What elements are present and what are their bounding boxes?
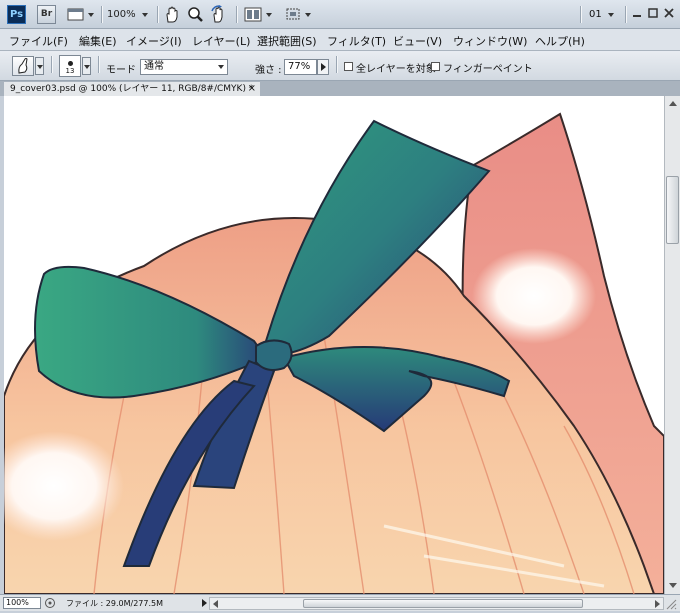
- mode-select[interactable]: 通常: [140, 59, 228, 75]
- mode-label: モード :: [106, 65, 143, 76]
- finger-painting-label: フィンガーペイント: [443, 64, 533, 75]
- close-icon[interactable]: [662, 6, 676, 20]
- finger-painting-checkbox[interactable]: [431, 62, 440, 71]
- tab-close-icon[interactable]: ×: [248, 82, 256, 96]
- menu-file[interactable]: ファイル(F): [9, 33, 68, 49]
- photoshop-logo: Ps: [7, 5, 26, 24]
- tool-preset-dropdown[interactable]: [35, 57, 44, 75]
- menu-filter[interactable]: フィルタ(T): [327, 33, 386, 49]
- resize-grip-icon[interactable]: [664, 597, 678, 610]
- sample-all-layers-label: 全レイヤーを対象: [356, 64, 436, 75]
- brush-tip-icon: [68, 61, 73, 66]
- launch-bridge-button[interactable]: Br: [37, 5, 56, 24]
- document-tab-bar: 9_cover03.psd @ 100% (レイヤー 11, RGB/8#/CM…: [0, 81, 680, 96]
- tool-options-bar: 13 モード : 通常 強さ : 77% 全レイヤーを対象 フィンガーペイント: [0, 51, 680, 81]
- document-tab[interactable]: 9_cover03.psd @ 100% (レイヤー 11, RGB/8#/CM…: [4, 82, 260, 96]
- workspace-switcher[interactable]: 01: [589, 9, 615, 20]
- vertical-scrollbar[interactable]: [664, 96, 680, 594]
- menu-image[interactable]: イメージ(I): [126, 33, 182, 49]
- separator: [98, 56, 100, 73]
- menu-help[interactable]: ヘルプ(H): [535, 33, 585, 49]
- strength-slider-button[interactable]: [317, 59, 329, 75]
- restore-icon[interactable]: [646, 6, 660, 20]
- strength-label: 強さ :: [255, 65, 282, 76]
- separator: [580, 6, 582, 23]
- illustration-artwork: [4, 112, 664, 594]
- scroll-right-icon[interactable]: [652, 599, 662, 609]
- scroll-left-icon[interactable]: [211, 599, 221, 609]
- brush-size: 13: [65, 67, 75, 75]
- vertical-scroll-thumb[interactable]: [666, 176, 679, 244]
- screen-size-icon[interactable]: [284, 5, 314, 24]
- strength-input[interactable]: 77%: [284, 59, 317, 75]
- application-bar: Ps Br 100% 01: [0, 0, 680, 29]
- horizontal-scroll-thumb[interactable]: [303, 599, 583, 608]
- status-menu-arrow-icon[interactable]: [200, 598, 209, 608]
- separator: [51, 56, 53, 73]
- scroll-up-icon[interactable]: [667, 98, 678, 110]
- brush-preset-picker[interactable]: 13: [59, 55, 81, 77]
- menu-select[interactable]: 選択範囲(S): [257, 33, 317, 49]
- separator: [336, 56, 338, 73]
- scroll-down-icon[interactable]: [667, 580, 678, 592]
- brush-preset-dropdown[interactable]: [82, 57, 91, 75]
- status-zoom-input[interactable]: 100%: [3, 597, 41, 609]
- menu-edit[interactable]: 編集(E): [79, 33, 117, 49]
- zoom-level[interactable]: 100%: [107, 9, 148, 20]
- status-info-icon[interactable]: [44, 597, 56, 609]
- menu-bar: ファイル(F) 編集(E) イメージ(I) レイヤー(L) 選択範囲(S) フィ…: [0, 29, 680, 51]
- document-title: 9_cover03.psd @ 100% (レイヤー 11, RGB/8#/CM…: [10, 84, 254, 94]
- minimize-icon[interactable]: [630, 6, 644, 20]
- horizontal-scrollbar[interactable]: [209, 597, 664, 610]
- smudge-tool-icon: [18, 58, 28, 74]
- zoom-tool-icon[interactable]: [187, 5, 203, 24]
- screen-mode-icon[interactable]: [67, 5, 95, 24]
- arrange-documents-icon[interactable]: [244, 5, 274, 24]
- file-size-info: ファイル : 29.0M/277.5M: [66, 599, 163, 608]
- menu-view[interactable]: ビュー(V): [393, 33, 442, 49]
- separator: [157, 6, 159, 23]
- separator: [101, 6, 103, 23]
- document-canvas[interactable]: [4, 96, 664, 594]
- rotate-view-icon[interactable]: [210, 5, 228, 24]
- separator: [625, 6, 627, 23]
- hand-tool-icon[interactable]: [164, 5, 180, 24]
- tool-preset-picker[interactable]: [12, 56, 34, 76]
- separator: [236, 6, 238, 23]
- status-bar: 100% ファイル : 29.0M/277.5M: [0, 594, 680, 611]
- menu-window[interactable]: ウィンドウ(W): [453, 33, 527, 49]
- sample-all-layers-checkbox[interactable]: [344, 62, 353, 71]
- menu-layer[interactable]: レイヤー(L): [192, 33, 250, 49]
